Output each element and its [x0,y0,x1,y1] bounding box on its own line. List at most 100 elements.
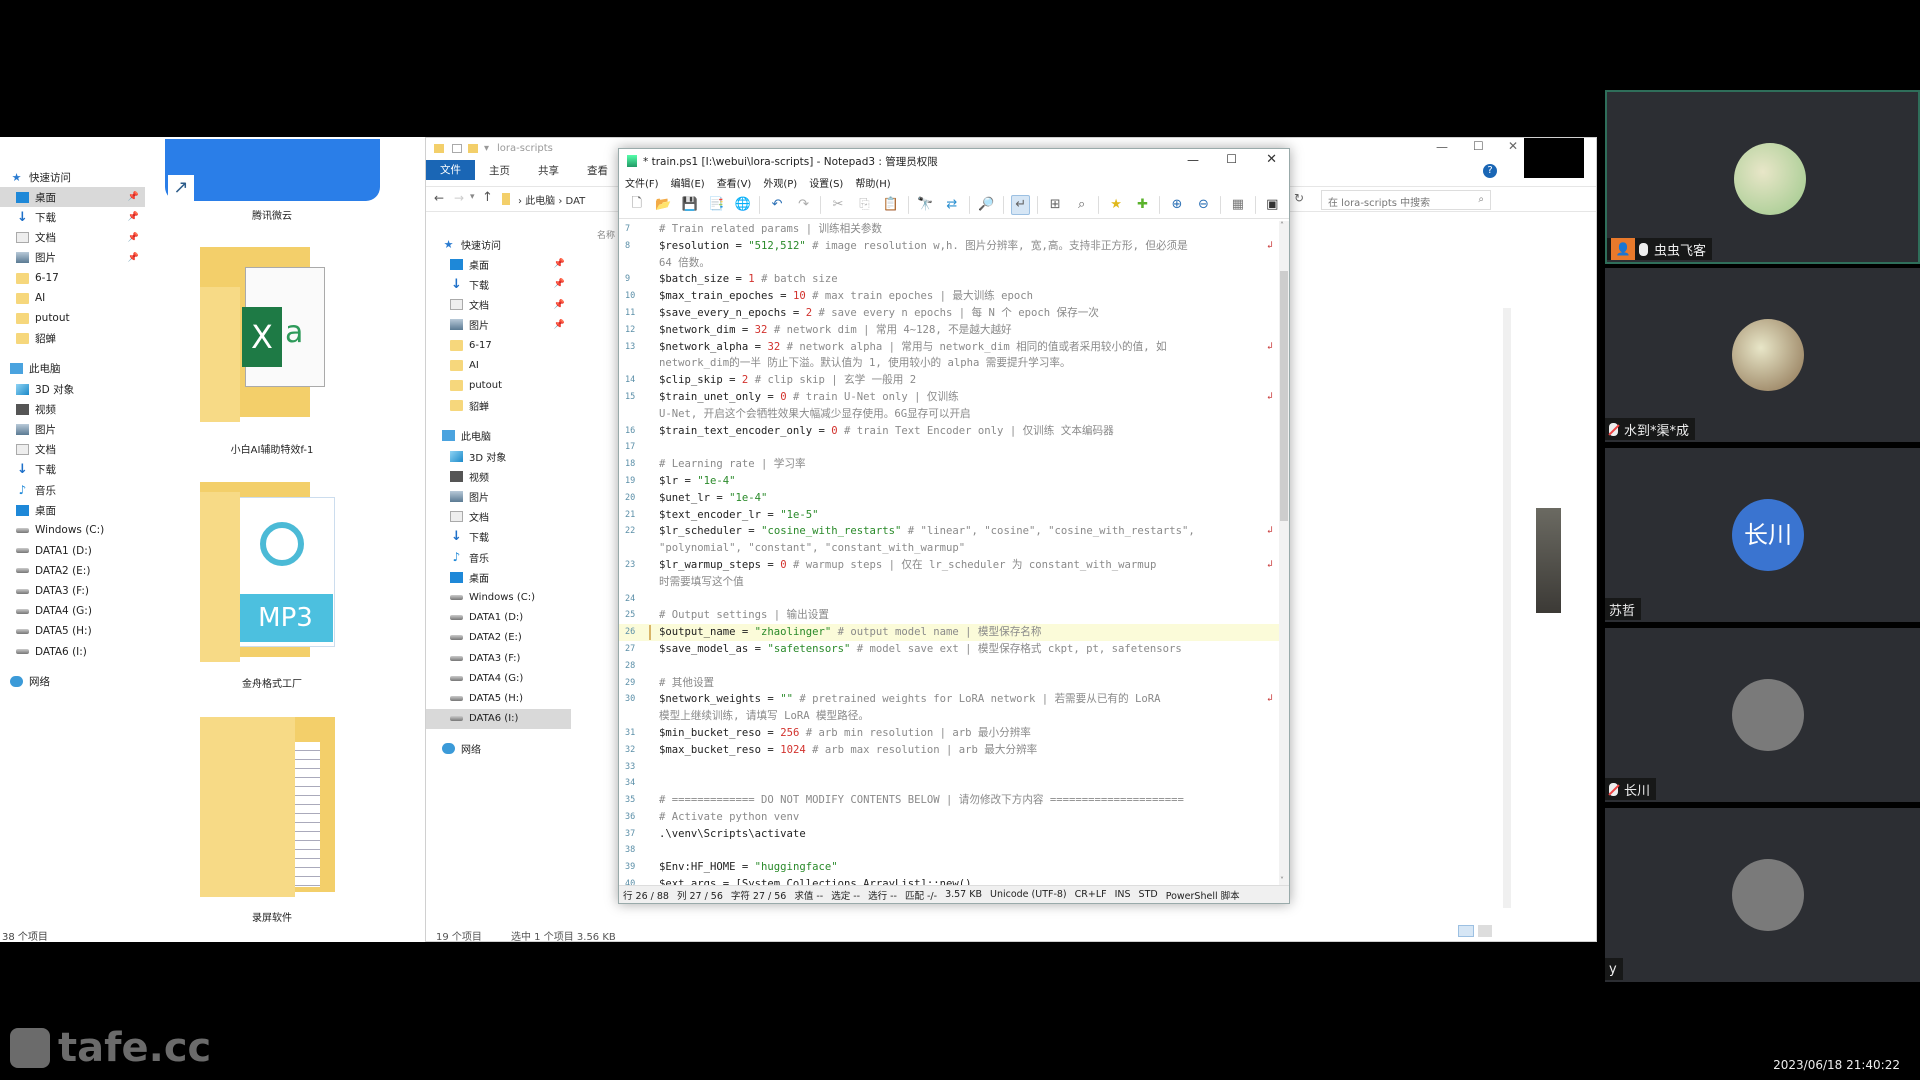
code-line[interactable]: 21 $text_encoder_lr = "1e-5" [619,507,1279,524]
code-line[interactable]: 36 # Activate python venv [619,809,1279,826]
nav-item[interactable]: ♪ 音乐 [0,480,145,500]
status-field[interactable]: Unicode (UTF-8) [990,889,1067,900]
pin-icon[interactable]: 📌 [554,320,565,330]
nav-item[interactable]: ↓ 下载 📌 [426,274,571,294]
nav-item[interactable]: DATA5 (H:) [426,688,571,708]
code-line[interactable]: network_dim的一半 防止下溢。默认值为 1, 使用较小的 alpha … [619,355,1279,372]
code-line[interactable]: 64 倍数。 [619,255,1279,272]
nav-item[interactable]: 此电脑 [0,359,145,379]
code-line[interactable]: 28 [619,658,1279,675]
code-line[interactable]: 30 $network_weights = "" # pretrained wei… [619,691,1279,708]
pin-icon[interactable]: 📌 [554,300,565,310]
nav-item[interactable]: 文档 [0,440,145,460]
nav-item[interactable]: 图片 📌 [426,315,571,335]
menu-item[interactable]: 外观(P) [763,175,797,190]
mp3-folder-icon[interactable]: MP3 [200,482,335,662]
code-line[interactable]: 38 [619,842,1279,859]
nav-item[interactable]: 网络 [426,739,571,759]
nav-item[interactable]: DATA3 (F:) [0,581,145,601]
nav-item[interactable]: 6-17 [426,335,571,355]
scheme-icon[interactable]: ▦ [1228,195,1247,215]
nav-item[interactable]: 文档 📌 [0,228,145,248]
desktop-item-label[interactable]: 金舟格式工厂 [182,675,362,690]
details-view-button[interactable] [1458,925,1474,937]
chevron-down-icon[interactable]: ▾ [484,143,489,154]
cut-icon[interactable]: ✂ [828,195,847,215]
nav-item[interactable]: DATA4 (G:) [426,668,571,688]
new-icon[interactable]: 🗋 [627,195,646,215]
weiyun-shortcut-icon[interactable] [165,139,380,201]
forward-button[interactable]: → [454,191,464,205]
code-line[interactable]: 34 [619,775,1279,792]
open-icon[interactable]: 📂 [653,195,672,215]
participant-tile[interactable]: 水到*渠*成 [1605,268,1920,442]
nav-item[interactable]: ↓ 下载 [0,460,145,480]
code-line[interactable]: 29 # 其他设置 [619,675,1279,692]
nav-item[interactable]: 图片 [0,419,145,439]
code-line[interactable]: 35 # ============= DO NOT MODIFY CONTENTS… [619,792,1279,809]
code-line[interactable]: 22 $lr_scheduler = "cosine_with_restarts"… [619,523,1279,540]
pin-icon[interactable]: 📌 [554,279,565,289]
code-line[interactable]: 37 .\venv\Scripts\activate [619,826,1279,843]
find-icon[interactable]: 🔭 [916,195,935,215]
scrollbar-thumb[interactable] [1280,271,1288,521]
terminal-icon[interactable]: ▣ [1263,195,1282,215]
pin-icon[interactable]: 📌 [128,233,139,243]
code-line[interactable]: 25 # Output settings | 输出设置 [619,607,1279,624]
code-line[interactable]: 33 [619,759,1279,776]
pin-icon[interactable]: 📌 [128,212,139,222]
paste-icon[interactable]: 📋 [881,195,900,215]
recent-dropdown[interactable]: ▾ [470,192,475,202]
pin-icon[interactable]: 📌 [128,253,139,263]
code-line[interactable]: 8 $resolution = "512,512" # image resolut… [619,238,1279,255]
refresh-button[interactable]: ↻ [1294,191,1304,205]
nav-item[interactable]: 桌面 📌 [0,187,145,208]
scroll-up-icon[interactable]: ˄ [1280,221,1284,230]
nav-item[interactable]: Windows (C:) [426,587,571,607]
zoom-in-icon[interactable]: ⊕ [1167,195,1186,215]
nav-item[interactable]: DATA2 (E:) [0,561,145,581]
view-icon[interactable]: ⊞ [1045,195,1064,215]
tab-home[interactable]: 主页 [475,163,524,178]
nav-item[interactable]: DATA6 (I:) [0,642,145,662]
nav-item[interactable]: 网络 [0,672,145,692]
code-line[interactable]: 16 $train_text_encoder_only = 0 # train T… [619,423,1279,440]
code-line[interactable]: 17 [619,439,1279,456]
nav-item[interactable]: putout [426,375,571,395]
desktop-item-label[interactable]: 腾讯微云 [182,207,362,222]
nav-item[interactable]: 桌面 📌 [426,254,571,274]
nav-item[interactable]: DATA6 (I:) [426,708,571,729]
nav-item[interactable]: 视频 [0,399,145,419]
nav-item[interactable]: 文档 📌 [426,295,571,315]
save-icon[interactable]: 💾 [680,195,699,215]
nav-item[interactable]: DATA4 (G:) [0,601,145,621]
minimize-button[interactable]: — [1187,153,1199,167]
explorer-scrollbar[interactable] [1503,308,1511,908]
nav-item[interactable]: ★ 快速访问 [0,167,145,187]
code-line[interactable]: 39 $Env:HF_HOME = "huggingface" [619,859,1279,876]
code-line[interactable]: 18 # Learning rate | 学习率 [619,456,1279,473]
browse-icon[interactable]: 🌐 [733,195,752,215]
nav-item[interactable]: 视频 [426,466,571,486]
copy-icon[interactable]: ⎘ [855,195,874,215]
code-line[interactable]: "polynomial", "constant", "constant_with… [619,540,1279,557]
breadcrumb[interactable]: › 此电脑 › DAT [518,192,585,207]
nav-item[interactable]: AI [0,288,145,308]
code-line[interactable]: 24 [619,591,1279,608]
nav-item[interactable]: 此电脑 [426,426,571,446]
code-line[interactable]: 32 $max_bucket_reso = 1024 # arb max reso… [619,742,1279,759]
close-button[interactable]: ✕ [1266,152,1277,167]
nav-item[interactable]: 桌面 [0,500,145,520]
participant-tile[interactable]: y [1605,808,1920,982]
editor-scrollbar[interactable]: ˄ ˅ [1279,221,1289,885]
nav-item[interactable]: ♪ 音乐 [426,547,571,567]
participant-tile[interactable]: 长川 苏哲 [1605,448,1920,622]
nav-item[interactable]: 6-17 [0,268,145,288]
tab-file[interactable]: 文件 [426,160,475,180]
code-line[interactable]: 时需要填写这个值 [619,574,1279,591]
code-line[interactable]: 11 $save_every_n_epochs = 2 # save every … [619,305,1279,322]
status-field[interactable]: PowerShell 脚本 [1166,888,1240,902]
code-line[interactable]: 9 $batch_size = 1 # batch size [619,271,1279,288]
nav-item[interactable]: 图片 📌 [0,248,145,268]
code-line[interactable]: 23 $lr_warmup_steps = 0 # warmup steps | … [619,557,1279,574]
